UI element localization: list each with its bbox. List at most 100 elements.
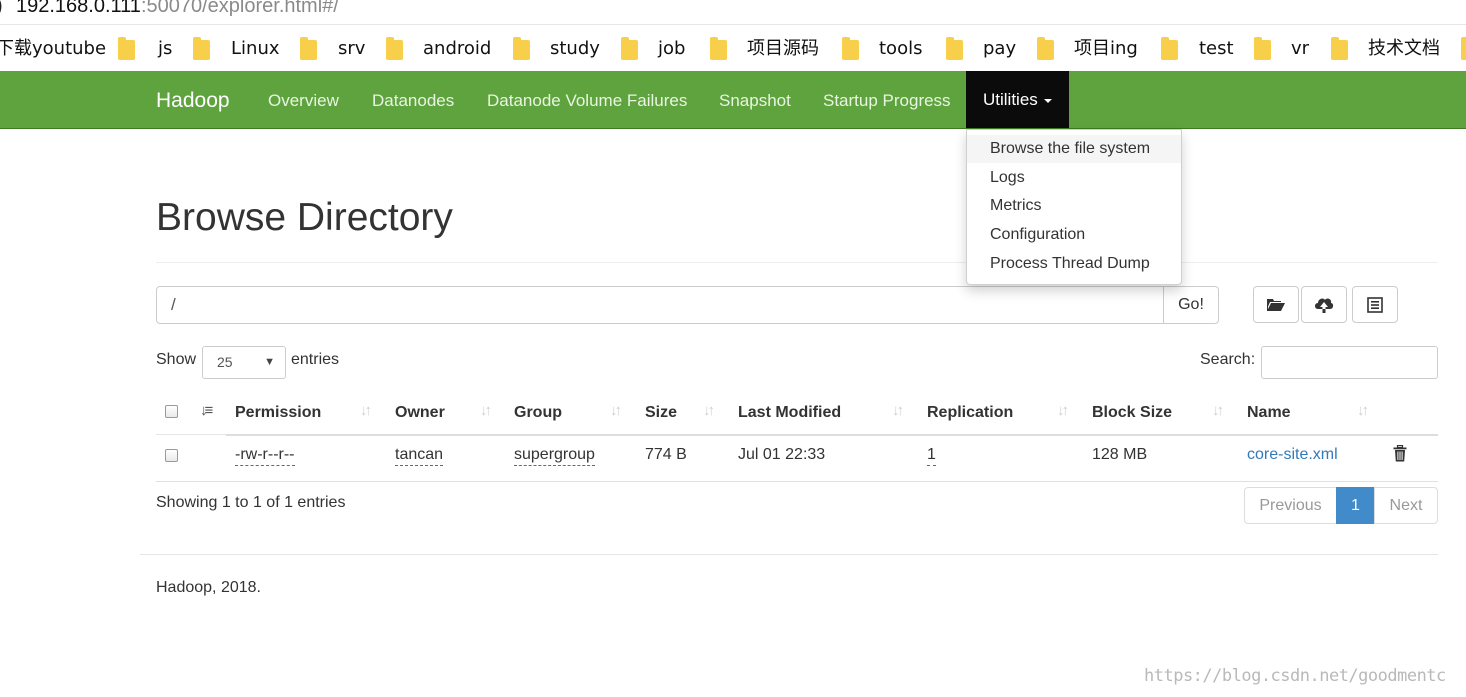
address-host: 192.168.0.111 [16,0,141,17]
sort-icon[interactable]: ↓↑ [1357,402,1369,419]
file-name-link[interactable]: core-site.xml [1247,446,1338,464]
table-info-text: Showing 1 to 1 of 1 entries [156,494,346,511]
bookmark-item[interactable]: srv [338,37,365,61]
nav-datanode-volume-failures[interactable]: Datanode Volume Failures [487,91,687,111]
go-button[interactable]: Go! [1163,286,1219,324]
sort-icon[interactable]: ↓↑ [1057,402,1069,419]
cell-block-size: 128 MB [1092,446,1148,463]
table-header-divider [226,434,1438,436]
top-navbar: Hadoop Overview Datanodes Datanode Volum… [0,71,1466,129]
column-header-name[interactable]: Name [1247,404,1291,422]
bookmark-item[interactable]: study [550,37,600,61]
folder-icon [621,37,638,60]
bookmark-item[interactable]: js [158,37,172,61]
bookmark-item[interactable]: Linux [231,37,280,61]
nav-utilities-label: Utilities [983,90,1038,109]
folder-icon [842,37,859,60]
column-header-permission[interactable]: Permission [235,404,321,422]
menu-item-configuration[interactable]: Configuration [967,221,1181,249]
folder-icon [118,37,135,60]
bookmark-item[interactable]: vr [1291,37,1309,61]
search-label: Search: [1200,351,1256,368]
nav-datanodes[interactable]: Datanodes [372,91,454,111]
bookmark-item[interactable]: test [1199,37,1234,61]
watermark: https://blog.csdn.net/goodmentc [1144,666,1446,686]
folder-icon [1161,37,1178,60]
menu-item-browse-file-system[interactable]: Browse the file system [967,135,1181,163]
cell-size: 774 B [645,446,687,463]
sort-icon[interactable]: ↓↑ [480,402,492,419]
folder-icon [946,37,963,60]
bookmark-item[interactable]: tools [879,37,922,61]
address-text: 192.168.0.111:50070/explorer.html#/ [16,0,339,17]
folder-icon [1254,37,1271,60]
menu-item-process-thread-dump[interactable]: Process Thread Dump [967,250,1181,278]
folder-icon [1461,37,1466,60]
column-header-size[interactable]: Size [645,404,677,422]
row-checkbox[interactable] [165,449,178,462]
entries-label: entries [291,351,340,368]
show-label: Show [156,351,197,368]
cell-group[interactable]: supergroup [514,446,595,466]
address-path: :50070/explorer.html#/ [140,0,339,17]
nav-utilities-toggle[interactable]: Utilities [966,71,1069,128]
folder-icon [300,37,317,60]
menu-item-logs[interactable]: Logs [967,164,1181,192]
brand-link[interactable]: Hadoop [156,89,230,113]
address-bar[interactable]: ) 192.168.0.111:50070/explorer.html#/ [0,0,1466,24]
delete-button[interactable] [1393,444,1407,467]
directory-path-input[interactable] [156,286,1164,324]
cell-owner[interactable]: tancan [395,446,444,466]
nav-snapshot[interactable]: Snapshot [719,91,791,111]
sort-icon[interactable]: ↓↑ [610,402,622,419]
cut-paste-button[interactable] [1352,286,1398,323]
divider [156,262,1438,263]
bookmark-item[interactable]: 项目源码 [747,37,819,61]
upload-button[interactable] [1301,286,1347,323]
cell-last-modified: Jul 01 22:33 [738,446,826,463]
column-header-replication[interactable]: Replication [927,404,1013,422]
bookmark-item[interactable]: 项目ing [1074,37,1138,61]
folder-icon [193,37,210,60]
sort-icon[interactable]: ↓↑ [703,402,715,419]
bookmark-item[interactable]: 技术文档 [1368,37,1440,61]
sort-icon[interactable]: ↓↑ [1212,402,1224,419]
sort-desc-icon[interactable]: ↓≡ [200,402,213,419]
bookmarks-bar: 下载youtube js Linux srv android study job… [0,24,1466,72]
sort-icon[interactable]: ↓↑ [892,402,904,419]
select-arrow-icon: ▼ [264,356,275,368]
bookmark-item[interactable]: 下载youtube [0,37,106,61]
previous-page-button[interactable]: Previous [1244,487,1337,524]
menu-item-metrics[interactable]: Metrics [967,192,1181,220]
bookmark-item[interactable]: job [658,37,685,61]
column-header-owner[interactable]: Owner [395,404,445,422]
page-title: Browse Directory [156,196,453,239]
address-prefix: ) [0,0,3,16]
upload-cloud-icon [1315,298,1334,313]
trash-icon [1393,444,1407,462]
bookmark-item[interactable]: android [423,37,491,61]
entries-selected-value: 25 [217,354,233,370]
next-page-button[interactable]: Next [1374,487,1438,524]
caret-down-icon [1043,98,1052,103]
cell-replication[interactable]: 1 [927,446,936,466]
divider [140,554,1438,555]
folder-icon [1331,37,1348,60]
sort-icon[interactable]: ↓↑ [360,402,372,419]
column-header-group[interactable]: Group [514,404,562,422]
cell-permission[interactable]: -rw-r--r-- [235,446,295,466]
divider [156,481,1438,482]
search-input[interactable] [1261,346,1438,379]
folder-icon [710,37,727,60]
nav-overview[interactable]: Overview [268,91,339,111]
entries-per-page-select[interactable]: 25 ▼ [202,346,286,379]
create-directory-button[interactable] [1253,286,1299,323]
footer-text: Hadoop, 2018. [156,579,261,596]
utilities-dropdown-menu: Browse the file system Logs Metrics Conf… [966,129,1182,285]
column-header-block-size[interactable]: Block Size [1092,404,1172,422]
bookmark-item[interactable]: pay [983,37,1016,61]
nav-startup-progress[interactable]: Startup Progress [823,91,951,111]
page-1-button[interactable]: 1 [1336,487,1375,524]
select-all-checkbox[interactable] [165,405,178,418]
column-header-last-modified[interactable]: Last Modified [738,404,841,422]
